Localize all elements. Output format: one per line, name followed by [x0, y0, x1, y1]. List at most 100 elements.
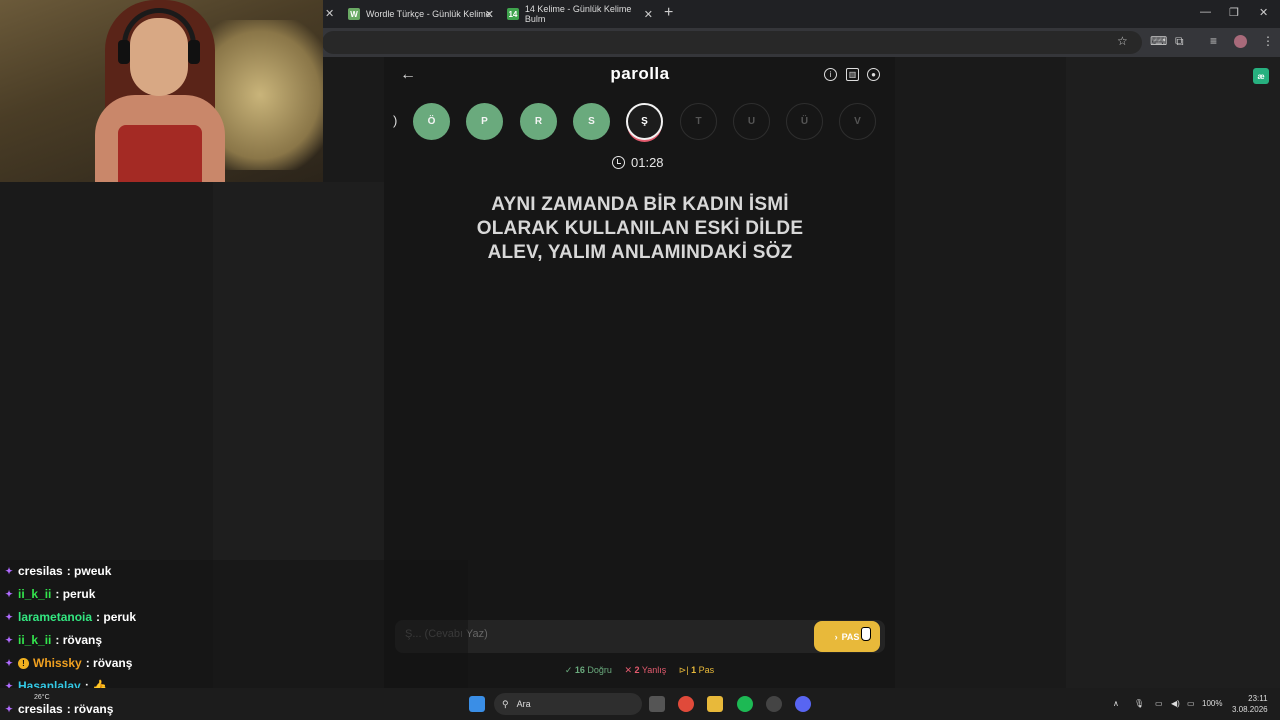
subscriber-badge-icon: ✦ [5, 657, 13, 668]
letter-t: T [680, 103, 717, 140]
battery-percent: 100% [1202, 699, 1223, 708]
letter-r: R [520, 103, 557, 140]
network-icon[interactable]: ▭ [1155, 699, 1163, 708]
clock-time: 23:11 [1248, 694, 1268, 703]
letter-s: S [573, 103, 610, 140]
correct-count: 16 [574, 665, 585, 675]
bookmark-star-icon[interactable]: ☆ [1117, 34, 1128, 48]
pass-count: 1 [691, 665, 697, 675]
chat-text: : peruk [55, 587, 96, 601]
tab-wordle[interactable]: W Wordle Türkçe - Günlük Kelime ✕ [348, 2, 494, 26]
subscriber-badge-icon: ✦ [5, 703, 13, 714]
chat-username: Whissky [33, 656, 82, 670]
omnibox[interactable] [322, 31, 1142, 54]
chevron-right-icon: › [834, 631, 838, 642]
info-icon[interactable]: i [824, 68, 837, 81]
correct-label: Doğru [587, 665, 612, 675]
letter-o-umlaut: Ö [413, 103, 450, 140]
chat-message: ✦ ii_k_ii : rövanş [4, 633, 102, 647]
close-tab-icon[interactable]: ✕ [485, 8, 494, 21]
close-tab-icon[interactable]: ✕ [644, 8, 653, 21]
tab-label: 14 Kelime - Günlük Kelime Bulm [524, 4, 632, 24]
microphone-icon[interactable]: 🎙 [1134, 699, 1144, 708]
restore-icon[interactable]: ❐ [1229, 6, 1239, 19]
chrome-icon[interactable] [678, 696, 694, 712]
chat-message: ✦ ! Whissky : rövanş [4, 656, 132, 670]
hand-cursor-icon [861, 627, 871, 641]
search-label: Ara [516, 699, 531, 709]
user-icon[interactable]: ● [867, 68, 880, 81]
subscriber-badge-icon: ✦ [5, 611, 13, 622]
letter-v: V [839, 103, 876, 140]
task-view-icon[interactable] [649, 696, 665, 712]
page-title: parolla [610, 64, 670, 83]
cross-icon: ✕ [624, 665, 632, 675]
profile-avatar[interactable] [1234, 35, 1247, 48]
chat-username: ii_k_ii [18, 587, 52, 601]
chat-message: ✦ cresilas : pweuk [4, 564, 111, 578]
windows-start-icon[interactable] [469, 696, 485, 712]
menu-icon[interactable]: ⋮ [1262, 34, 1274, 48]
translate-icon[interactable]: ⌨ [1150, 34, 1167, 48]
timer: 01:28 [612, 155, 664, 170]
extension-icon[interactable]: æ [1253, 68, 1269, 84]
wrong-count: 2 [634, 665, 640, 675]
chat-text: : pweuk [66, 564, 112, 578]
taskbar-search[interactable]: ⚲ Ara [494, 693, 642, 715]
chat-text: : peruk [96, 610, 137, 624]
pass-button-label: PAS [841, 631, 860, 642]
chat-message: ✦ cresilas : rövanş [4, 702, 113, 716]
media-icon[interactable]: ≡ [1210, 34, 1217, 48]
minimize-icon[interactable]: — [1200, 6, 1211, 18]
letter-p: P [466, 103, 503, 140]
stats-icon[interactable]: ▥ [846, 68, 859, 81]
tray-chevron-up-icon[interactable]: ∧ [1113, 699, 1119, 708]
subscriber-badge-icon: ✦ [5, 565, 13, 576]
close-tab-icon[interactable]: ✕ [325, 7, 334, 20]
alert-badge-icon: ! [18, 657, 29, 669]
new-tab-icon[interactable]: + [664, 4, 673, 22]
letter-s-cedilla-active: Ş [626, 103, 663, 140]
letter-u: U [733, 103, 770, 140]
battery-icon[interactable]: ▭ [1187, 699, 1195, 708]
volume-icon[interactable]: ◀) [1171, 699, 1180, 708]
chat-message: ✦ ii_k_ii : peruk [4, 587, 95, 601]
question-text: AYNI ZAMANDA BİR KADIN İSMİ OLARAK KULLA… [440, 193, 840, 265]
discord-icon[interactable] [795, 696, 811, 712]
chat-text: : rövanş [66, 702, 114, 716]
wrong-label: Yanlış [641, 665, 667, 675]
tab-label: Wordle Türkçe - Günlük Kelime [366, 9, 491, 19]
chat-text: : rövanş [85, 656, 133, 670]
timer-value: 01:28 [631, 155, 664, 170]
kelime-favicon-icon: 14 [507, 8, 519, 20]
question-line: AYNI ZAMANDA BİR KADIN İSMİ [491, 194, 789, 215]
chat-text: : rövanş [55, 633, 103, 647]
tab-14-kelime[interactable]: 14 14 Kelime - Günlük Kelime Bulm ✕ [507, 2, 653, 26]
weather-widget[interactable]: 26°C [34, 694, 50, 701]
back-arrow-icon[interactable]: ← [400, 66, 416, 84]
extensions-icon[interactable]: ⧉ [1175, 34, 1184, 49]
answer-box [395, 620, 885, 653]
file-explorer-icon[interactable] [707, 696, 723, 712]
subscriber-badge-icon: ✦ [5, 634, 13, 645]
chat-username: ii_k_ii [18, 633, 52, 647]
wordle-favicon-icon: W [348, 8, 360, 20]
question-line: ALEV, YALIM ANLAMINDAKİ SÖZ [487, 242, 793, 263]
chat-username: larametanoia [18, 610, 93, 624]
chat-message: ✦ larametanoia : peruk [4, 610, 136, 624]
skip-icon: ⊳| [678, 665, 689, 675]
chat-username: cresilas [18, 702, 63, 716]
letter-u-umlaut: Ü [786, 103, 823, 140]
question-line: OLARAK KULLANILAN ESKİ DİLDE [476, 218, 804, 239]
check-icon: ✓ [564, 665, 573, 675]
search-icon: ⚲ [502, 698, 509, 709]
webcam-feed [0, 0, 323, 182]
system-clock[interactable]: 23:11 3.08.2026 [1232, 693, 1268, 715]
window-close-icon[interactable]: ✕ [1259, 6, 1268, 19]
clock-icon [612, 156, 625, 169]
spotify-icon[interactable] [737, 696, 753, 712]
clock-date: 3.08.2026 [1232, 705, 1268, 714]
app-icon[interactable] [766, 696, 782, 712]
page-right-gutter [1066, 57, 1280, 688]
pass-stat-label: Pas [698, 665, 715, 675]
